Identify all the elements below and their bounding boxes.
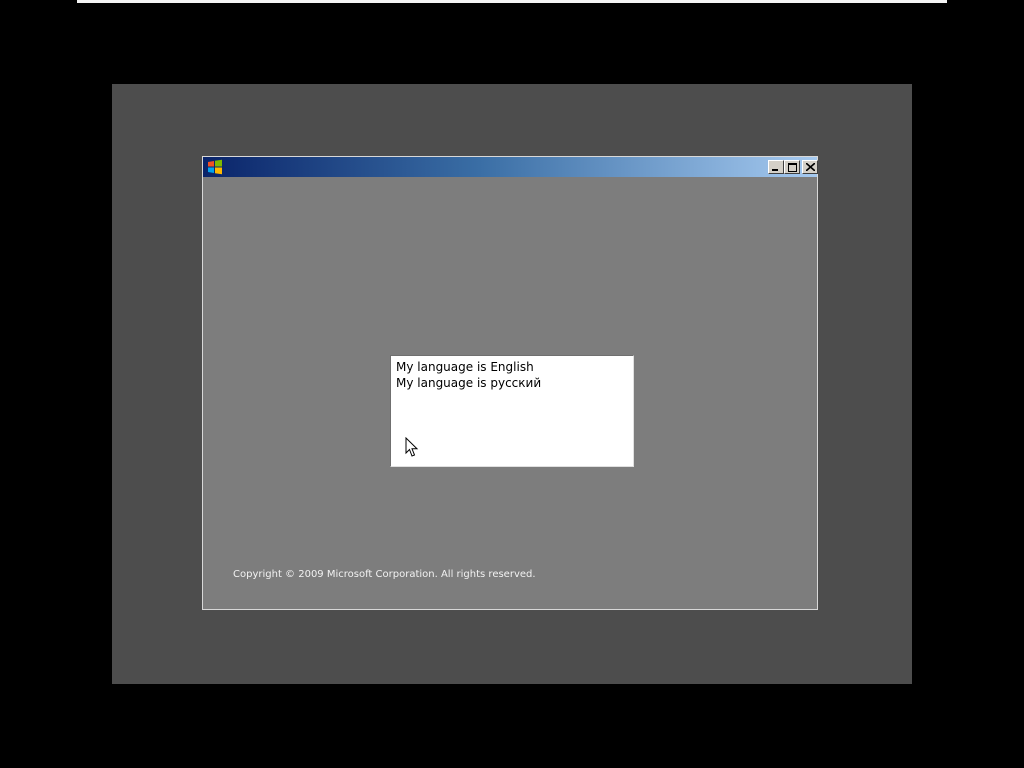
mouse-pointer-icon bbox=[405, 437, 419, 457]
close-icon bbox=[806, 163, 815, 171]
minimize-button[interactable] bbox=[768, 160, 784, 174]
language-list[interactable]: My language is English My language is ру… bbox=[390, 355, 634, 467]
close-button[interactable] bbox=[802, 160, 818, 174]
language-option-russian[interactable]: My language is русский bbox=[396, 375, 541, 391]
language-option-english[interactable]: My language is English bbox=[396, 359, 534, 375]
windows-logo-icon bbox=[208, 159, 222, 175]
window-titlebar[interactable] bbox=[203, 157, 818, 177]
copyright-notice: Copyright © 2009 Microsoft Corporation. … bbox=[233, 569, 536, 580]
top-border-strip bbox=[77, 0, 947, 3]
maximize-button[interactable] bbox=[784, 160, 800, 174]
